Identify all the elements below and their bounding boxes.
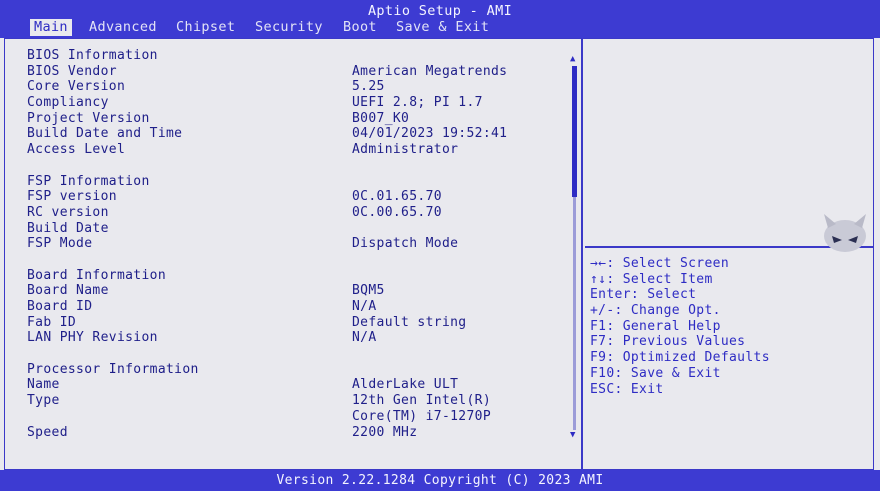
row-value: Dispatch Mode: [352, 236, 459, 252]
help-previous-values: F7: Previous Values: [590, 334, 746, 350]
row-lan-phy-revision: LAN PHY Revision N/A: [27, 330, 572, 346]
row-compliancy: Compliancy UEFI 2.8; PI 1.7: [27, 95, 572, 111]
footer-bar: Version 2.22.1284 Copyright (C) 2023 AMI: [0, 470, 880, 491]
row-value: AlderLake ULT: [352, 377, 459, 393]
row-value: 12th Gen Intel(R): [352, 393, 492, 409]
row-value: 5.25: [352, 79, 385, 95]
help-change-opt: +/-: Change Opt.: [590, 303, 721, 319]
scrollbar-thumb[interactable]: [572, 66, 577, 197]
row-label: Speed: [27, 424, 68, 440]
row-processor-name: Name AlderLake ULT: [27, 377, 572, 393]
row-build-date: Build Date: [27, 221, 572, 237]
row-value: N/A: [352, 299, 377, 314]
row-value: Administrator: [352, 142, 459, 158]
help-panel: →←: Select Screen ↑↓: Select Item Enter:…: [590, 256, 770, 397]
title-bar: Aptio Setup - AMI Main Advanced Chipset …: [0, 0, 880, 38]
row-board-id: Board ID N/A: [27, 299, 572, 315]
section-heading-processor: Processor Information: [27, 362, 572, 378]
row-label: Compliancy: [27, 95, 109, 111]
row-value: B007_K0: [352, 110, 410, 126]
help-optimized-defaults: F9: Optimized Defaults: [590, 350, 770, 366]
row-label: Fab ID: [27, 314, 77, 330]
row-value: Core(TM) i7-1270P: [352, 408, 492, 424]
heading-label: Board Information: [27, 267, 167, 283]
tab-main[interactable]: Main: [30, 19, 72, 36]
tab-save-exit[interactable]: Save & Exit: [392, 19, 493, 36]
blank-row: [27, 158, 572, 174]
row-fsp-version: FSP version 0C.01.65.70: [27, 189, 572, 205]
panel-divider: [581, 38, 583, 470]
row-label: Core Version: [27, 79, 126, 95]
row-fsp-mode: FSP Mode Dispatch Mode: [27, 236, 572, 252]
row-label: BIOS Vendor: [27, 63, 117, 79]
row-board-name: Board Name BQM5: [27, 283, 572, 299]
row-label: Board Name: [27, 283, 109, 299]
row-project-version: Project Version B007_K0: [27, 111, 572, 127]
row-label: Build Date and Time: [27, 126, 183, 142]
row-processor-type: Type 12th Gen Intel(R): [27, 393, 572, 409]
section-heading-bios: BIOS Information: [27, 48, 572, 64]
heading-label: BIOS Information: [27, 48, 158, 63]
help-esc-exit: ESC: Exit: [590, 381, 664, 397]
row-value: BQM5: [352, 283, 385, 299]
help-select-screen: →←: Select Screen: [590, 256, 730, 271]
row-rc-version: RC version 0C.00.65.70: [27, 205, 572, 221]
row-label: FSP version: [27, 189, 117, 205]
row-core-version: Core Version 5.25: [27, 79, 572, 95]
version-text: Version 2.22.1284 Copyright (C) 2023 AMI: [276, 473, 604, 488]
help-general-help: F1: General Help: [590, 318, 721, 334]
row-label: Type: [27, 393, 60, 409]
row-processor-speed: Speed 2200 MHz: [27, 425, 572, 441]
row-label: Build Date: [27, 220, 109, 236]
devil-mascot-icon: [824, 214, 866, 252]
row-value: 04/01/2023 19:52:41: [352, 126, 508, 142]
row-build-date-time: Build Date and Time 04/01/2023 19:52:41: [27, 126, 572, 142]
app-title: Aptio Setup - AMI: [367, 3, 513, 19]
row-value: American Megatrends: [352, 63, 508, 79]
row-label: Access Level: [27, 142, 126, 158]
triangle-down-icon[interactable]: ▼: [570, 430, 576, 440]
tab-security[interactable]: Security: [251, 19, 327, 36]
row-bios-vendor: BIOS Vendor American Megatrends: [27, 64, 572, 80]
row-label: Project Version: [27, 110, 150, 126]
tab-advanced[interactable]: Advanced: [85, 19, 161, 36]
scrollbar[interactable]: ▲ ▼: [569, 54, 581, 442]
row-value: 2200 MHz: [352, 424, 418, 440]
help-enter-select: Enter: Select: [590, 287, 697, 303]
row-value: Default string: [352, 314, 467, 330]
row-value: UEFI 2.8; PI 1.7: [352, 95, 483, 111]
info-list: BIOS Information BIOS Vendor American Meg…: [27, 48, 572, 440]
row-label: RC version: [27, 204, 109, 220]
row-access-level: Access Level Administrator: [27, 142, 572, 158]
row-label: Name: [27, 377, 60, 393]
help-select-item: ↑↓: Select Item: [590, 271, 713, 287]
blank-row: [27, 346, 572, 362]
row-label: Board ID: [27, 299, 93, 314]
blank-row: [27, 252, 572, 268]
section-heading-fsp: FSP Information: [27, 174, 572, 190]
row-value: 0C.01.65.70: [352, 189, 442, 205]
row-value: 0C.00.65.70: [352, 204, 442, 220]
row-value: N/A: [352, 330, 377, 346]
row-label: FSP Mode: [27, 236, 93, 252]
tab-boot[interactable]: Boot: [339, 19, 381, 36]
row-processor-type-cont: Core(TM) i7-1270P: [27, 409, 572, 425]
row-label: LAN PHY Revision: [27, 330, 158, 346]
triangle-up-icon[interactable]: ▲: [570, 54, 576, 64]
section-heading-board: Board Information: [27, 268, 572, 284]
heading-label: FSP Information: [27, 173, 150, 189]
row-fab-id: Fab ID Default string: [27, 315, 572, 331]
heading-label: Processor Information: [27, 361, 199, 377]
tab-chipset[interactable]: Chipset: [172, 19, 239, 36]
help-save-exit: F10: Save & Exit: [590, 365, 721, 381]
